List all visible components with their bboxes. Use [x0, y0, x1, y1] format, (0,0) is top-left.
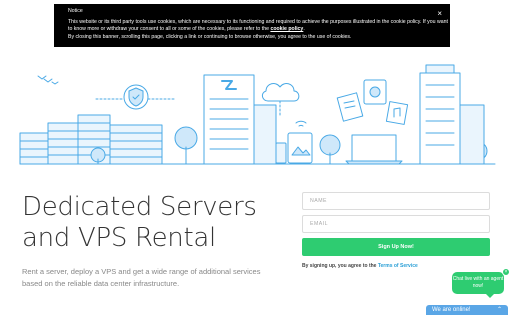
building-icon	[203, 74, 277, 165]
email-field[interactable]	[302, 215, 490, 233]
terms-text: By signing up, you agree to the	[302, 263, 378, 269]
cookie-text: This website or its third party tools us…	[68, 18, 448, 33]
sign-up-button[interactable]: Sign Up Now!	[302, 238, 490, 256]
tower-icon	[419, 64, 485, 165]
chat-widget-bar[interactable]: We are online! ⌃	[426, 305, 508, 315]
page-subtitle: Rent a server, deploy a VPS and get a wi…	[22, 267, 261, 288]
tablet-icon	[287, 132, 313, 164]
close-icon[interactable]: ×	[502, 268, 510, 276]
cookie-banner: Notice This website or its third party t…	[54, 4, 450, 47]
cookie-text-after: .	[303, 26, 305, 33]
chat-bubble[interactable]: Chat live with an agent now!	[452, 272, 504, 298]
terms-of-service-link[interactable]: Terms of Service	[378, 263, 418, 269]
phone-icon	[275, 142, 287, 164]
chat-status: We are online!	[432, 307, 471, 313]
shield-icon	[95, 84, 177, 110]
cookie-text-2: By closing this banner, scrolling this p…	[68, 33, 352, 40]
page-title: Dedicated Servers and VPS Rental	[22, 192, 257, 253]
terms-notice: By signing up, you agree to the Terms of…	[302, 263, 418, 269]
cookie-banner-text: This website or its third party tools us…	[68, 19, 448, 42]
music-icon	[385, 101, 409, 125]
wifi-icon	[295, 120, 307, 127]
name-field[interactable]	[302, 192, 490, 210]
cookie-banner-title: Notice	[68, 8, 83, 14]
laptop-icon	[345, 134, 403, 165]
cookie-policy-link[interactable]: cookie policy	[270, 26, 303, 32]
media-icon	[363, 79, 387, 105]
datacenter-illustration	[19, 64, 496, 165]
document-icon	[336, 92, 364, 122]
close-icon[interactable]: ×	[437, 10, 442, 18]
chevron-up-icon: ⌃	[496, 307, 502, 313]
